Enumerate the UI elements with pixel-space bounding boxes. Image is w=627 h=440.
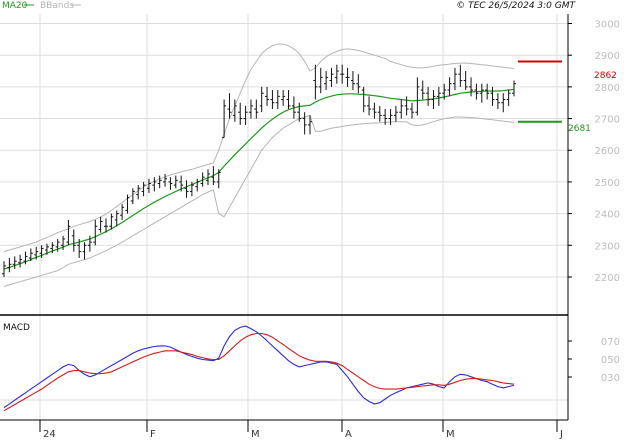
macd-line [3, 325, 515, 409]
ohlc-bar [393, 105, 398, 122]
macd-y-tick-label: 050 [601, 355, 620, 366]
ohlc-bar [195, 178, 200, 192]
y-tick-label: 2300 [595, 241, 620, 252]
ohlc-bar [490, 86, 495, 106]
ohlc-bar [501, 93, 506, 113]
ohlc-bar [7, 257, 12, 273]
ohlc-bar [243, 105, 248, 125]
ohlc-bar [141, 181, 146, 197]
ohlc-bar [254, 99, 259, 119]
ohlc-bar [410, 102, 414, 119]
ohlc-bar [114, 210, 119, 227]
timestamp: © TEC 26/5/2024 3:0 GMT [456, 1, 576, 11]
ohlc-bar [71, 229, 76, 252]
ohlc-bar [146, 178, 151, 194]
ohlc-bar [495, 93, 500, 110]
ohlc-bar [184, 180, 189, 198]
ohlc-bar [66, 219, 71, 246]
ohlc-bar [109, 213, 114, 230]
ohlc-bar [377, 105, 382, 122]
ohlc-bar [420, 80, 425, 100]
ma20-line [3, 88, 515, 270]
ma20-layer [3, 88, 515, 270]
y-tick-label: 2400 [595, 210, 620, 221]
ohlc-bar [431, 90, 436, 110]
ohlc-bar [82, 242, 87, 260]
ohlc-bar [98, 216, 103, 233]
ohlc-bar [281, 90, 286, 106]
bb-upper-line [3, 43, 515, 253]
ohlc-bar [216, 169, 221, 189]
ohlc-bar [259, 86, 264, 113]
ohlc-bar [286, 90, 291, 110]
ohlc-bar [125, 194, 130, 214]
ohlc-bar [356, 74, 361, 94]
axis-layer: 3000 2900 2800 2700 2600 2500 2400 2300 2200 24 F M… [39, 20, 620, 440]
ohlc-bar [329, 67, 334, 87]
y-tick-label: 2800 [595, 83, 620, 94]
x-tick-label: M [446, 429, 455, 440]
stock-chart: 3000 2900 2800 2700 2600 2500 2400 2300 2200 24 F M… [0, 1, 620, 440]
ohlc-bar [12, 256, 17, 270]
support-label: 2681 [568, 124, 591, 134]
ohlc-bar [340, 64, 345, 84]
y-tick-label: 2200 [595, 273, 620, 284]
ohlc-bar [436, 86, 441, 106]
legend-ma-label: MA20 [2, 1, 28, 11]
resistance-label: 2862 [594, 71, 617, 81]
ohlc-bar [93, 219, 98, 246]
ohlc-bar [415, 77, 420, 116]
x-tick-label: A [345, 429, 352, 440]
frame-layer [0, 14, 569, 421]
macd-title: MACD [3, 323, 30, 333]
x-tick-label: J [559, 429, 563, 440]
levels-layer [518, 60, 562, 123]
ohlc-bar [18, 254, 23, 268]
y-tick-label: 2900 [595, 51, 620, 62]
y-tick-label: 2700 [595, 115, 620, 126]
y-tick-label: 2500 [595, 178, 620, 189]
ohlc-bar [168, 177, 173, 190]
y-tick-label: 2600 [595, 146, 620, 157]
ohlc-bar [313, 64, 318, 100]
ohlc-bar [458, 64, 463, 87]
ohlc-bar [270, 90, 275, 110]
ohlc-bar [426, 86, 431, 106]
ohlc-bar [399, 99, 404, 119]
ohlc-bar [506, 90, 511, 106]
macd-y-tick-label: 030 [601, 373, 620, 384]
ohlc-bar [372, 102, 377, 119]
ohlc-bar [404, 96, 409, 116]
macd-y-tick-label: 070 [601, 337, 620, 348]
ohlc-bar [334, 64, 339, 84]
ohlc-bar [302, 112, 307, 135]
ohlc-bar [367, 96, 372, 116]
ohlc-bar [248, 99, 253, 119]
x-tick-label: 24 [43, 429, 56, 440]
ohlc-bar [152, 177, 157, 192]
ohlc-bar [318, 67, 323, 94]
x-tick-label: M [251, 429, 260, 440]
macd-layer [0, 325, 568, 412]
ohlc-bar [512, 80, 516, 97]
chart-root: 3000 2900 2800 2700 2600 2500 2400 2300 2200 24 F M… [0, 0, 627, 440]
ohlc-bar [120, 204, 125, 220]
ohlc-bar [238, 102, 243, 125]
y-tick-label: 3000 [595, 20, 620, 31]
ohlc-bar [275, 90, 280, 110]
bb-lower-line [3, 114, 515, 287]
x-tick-label: F [150, 429, 156, 440]
ohlc-bar [361, 86, 366, 113]
ohlc-bar [345, 67, 350, 87]
ohlc-bar [265, 86, 270, 106]
bbands-layer [3, 43, 515, 287]
legend-bb-label: BBands [40, 1, 74, 11]
grid-layer [0, 14, 568, 420]
